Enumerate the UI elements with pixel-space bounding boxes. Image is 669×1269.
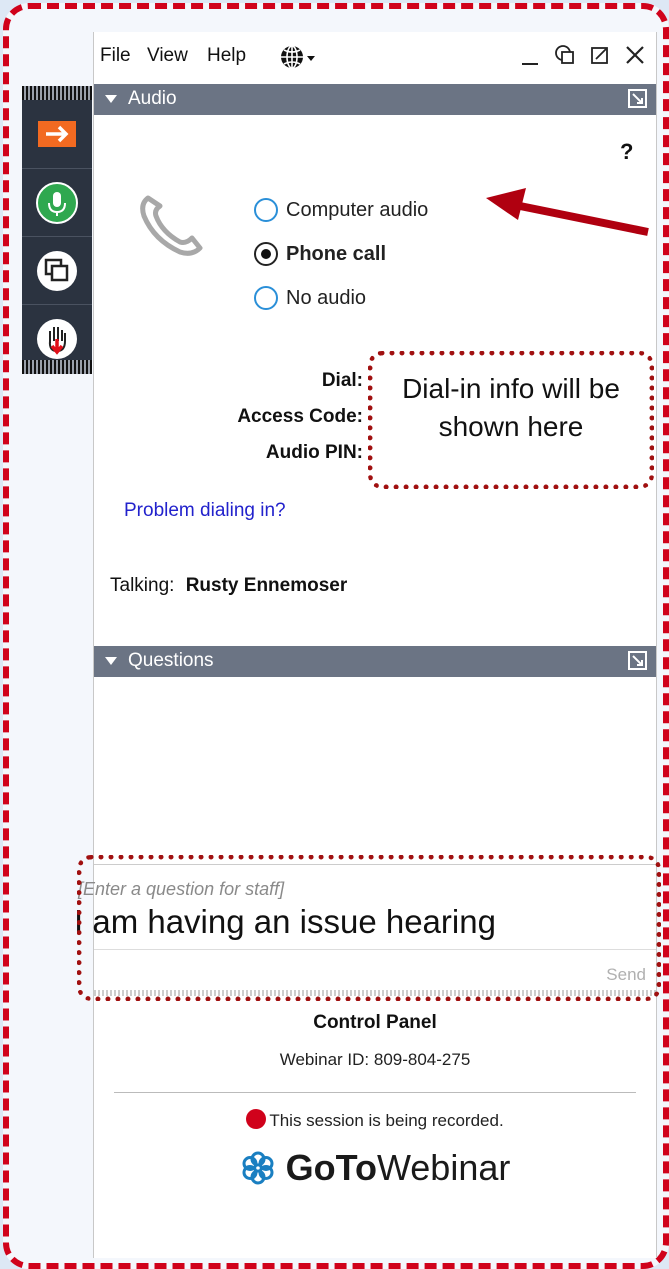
webinar-id: Webinar ID: 809-804-275 <box>279 1050 471 1069</box>
access-code-label: Access Code: <box>237 406 363 427</box>
arrow-right-icon <box>38 121 76 147</box>
recording-text: This session is being recorded. <box>269 1111 504 1130</box>
menu-help[interactable]: Help <box>207 45 246 67</box>
floating-toolbar <box>22 86 92 374</box>
pointer-arrow <box>486 188 649 236</box>
popout-section-icon[interactable] <box>628 651 648 671</box>
dialin-callout-text: Dial-in info will be shown here <box>402 373 620 442</box>
minimize-icon[interactable] <box>520 42 540 68</box>
talking-indicator: Talking: Rusty Ennemoser <box>110 575 347 597</box>
screen-viewer-icon <box>37 251 77 291</box>
microphone-icon <box>36 182 78 224</box>
audio-help-button[interactable]: ? <box>620 139 633 165</box>
microphone-button[interactable] <box>22 168 92 237</box>
talking-name: Rusty Ennemoser <box>185 575 348 596</box>
globe-icon <box>281 45 315 69</box>
close-icon[interactable] <box>624 44 646 66</box>
raise-hand-icon <box>37 319 77 359</box>
radio-circle-selected <box>254 242 278 266</box>
question-callout <box>77 855 661 1001</box>
no-audio-label: No audio <box>286 286 367 309</box>
audio-header-label: Audio <box>128 88 177 109</box>
footer: Control Panel Webinar ID: 809-804-275 Th… <box>94 1012 656 1189</box>
radio-circle <box>254 286 278 310</box>
collapse-triangle-icon <box>105 95 117 103</box>
toolbar-grip-top[interactable] <box>22 86 92 100</box>
audio-pin-label: Audio PIN: <box>265 442 363 463</box>
radio-circle <box>254 198 278 222</box>
talking-label: Talking: <box>110 575 175 596</box>
recording-dot-icon <box>246 1109 267 1129</box>
menu-bar: File View Help <box>94 32 656 84</box>
popout-icon[interactable] <box>554 44 576 66</box>
popout-section-icon[interactable] <box>628 89 648 109</box>
audio-section-header[interactable]: Audio <box>94 84 656 115</box>
phone-call-radio[interactable]: Phone call <box>254 242 386 266</box>
problem-dialing-link[interactable]: Problem dialing in? <box>124 500 286 522</box>
brand-light: Webinar <box>376 1147 511 1188</box>
menu-file[interactable]: File <box>100 45 131 67</box>
computer-audio-label: Computer audio <box>286 198 429 221</box>
screen-viewer-button[interactable] <box>22 236 92 305</box>
menu-view[interactable]: View <box>147 45 188 67</box>
recording-notice: This session is being recorded. <box>94 1109 656 1131</box>
collapse-panel-button[interactable] <box>22 100 92 168</box>
questions-header-label: Questions <box>128 650 214 671</box>
no-audio-radio[interactable]: No audio <box>254 286 366 310</box>
questions-section-header[interactable]: Questions <box>94 646 656 677</box>
phone-call-label: Phone call <box>286 242 387 265</box>
collapse-triangle-icon <box>105 657 117 665</box>
dialin-callout: Dial-in info will be shown here <box>368 351 654 489</box>
brand-bold: GoTo <box>285 1147 377 1188</box>
restore-icon[interactable] <box>590 45 610 65</box>
computer-audio-radio[interactable]: Computer audio <box>254 198 428 222</box>
control-panel-title: Control Panel <box>313 1012 437 1033</box>
gotowebinar-logo: GoToWebinar <box>94 1147 656 1189</box>
phone-handset-icon <box>140 195 203 256</box>
language-menu[interactable] <box>279 44 317 76</box>
dial-label: Dial: <box>321 370 363 391</box>
toolbar-grip-bottom[interactable] <box>22 360 92 374</box>
gotowebinar-flower-icon <box>242 1151 274 1185</box>
